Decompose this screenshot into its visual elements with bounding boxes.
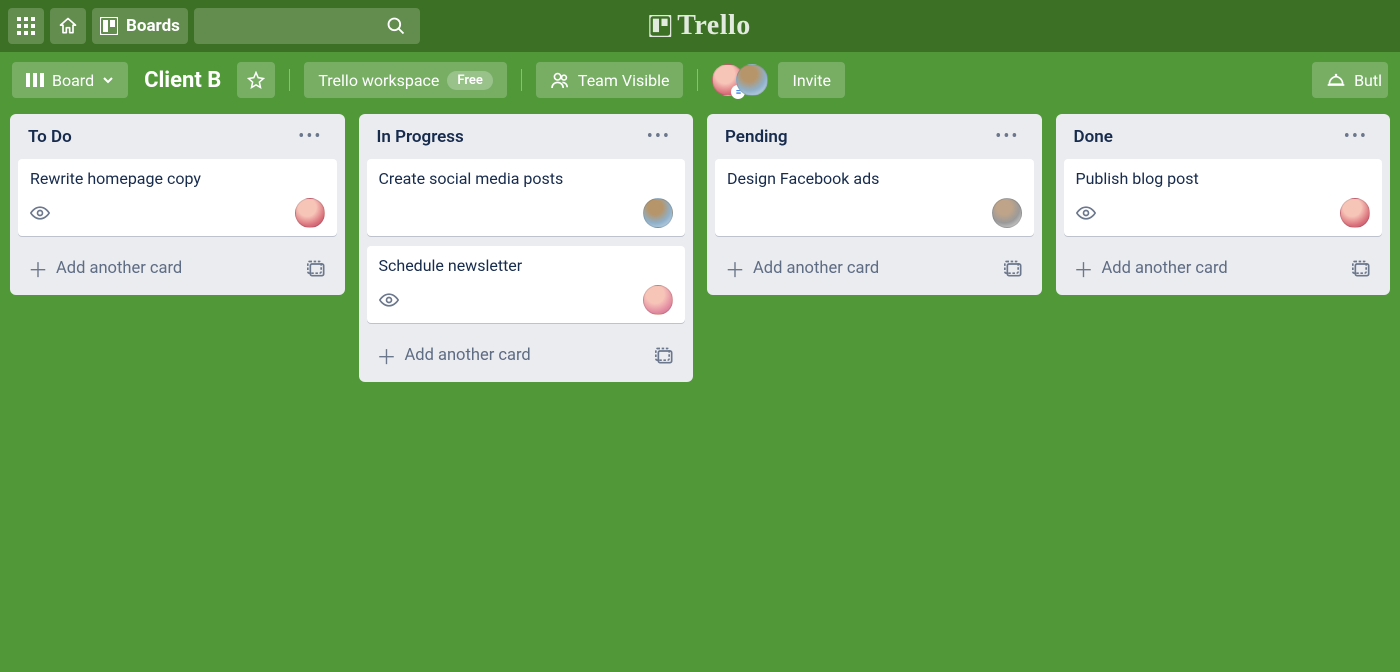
template-icon[interactable] xyxy=(1352,260,1372,278)
visibility-button[interactable]: Team Visible xyxy=(536,62,684,98)
add-card-button[interactable]: ＋ Add another card xyxy=(1064,246,1383,287)
avatar[interactable] xyxy=(643,198,673,228)
butler-button[interactable]: Butl xyxy=(1312,62,1388,98)
boards-button[interactable]: Boards xyxy=(92,8,188,44)
card-title: Schedule newsletter xyxy=(379,256,674,275)
board-icon xyxy=(100,17,118,35)
board-view-button[interactable]: Board xyxy=(12,62,128,98)
search-input[interactable] xyxy=(194,8,420,44)
invite-label: Invite xyxy=(792,71,831,90)
board-lists: To Do ••• Rewrite homepage copy ＋ Add anothe… xyxy=(0,108,1400,382)
card[interactable]: Schedule newsletter xyxy=(367,246,686,323)
member-avatars[interactable]: ≡ xyxy=(712,64,768,96)
add-card-label: Add another card xyxy=(56,259,182,278)
template-icon[interactable] xyxy=(1004,260,1024,278)
list-menu-button[interactable]: ••• xyxy=(294,126,326,147)
visibility-label: Team Visible xyxy=(578,71,670,90)
logo-text: Trello xyxy=(677,10,751,42)
card-title: Design Facebook ads xyxy=(727,169,1022,188)
watch-icon xyxy=(1076,206,1096,220)
avatar[interactable] xyxy=(1340,198,1370,228)
board-view-label: Board xyxy=(52,71,94,90)
plus-icon: ＋ xyxy=(28,254,48,283)
card-title: Rewrite homepage copy xyxy=(30,169,325,188)
home-button[interactable] xyxy=(50,8,86,44)
card[interactable]: Design Facebook ads xyxy=(715,159,1034,236)
card-title: Publish blog post xyxy=(1076,169,1371,188)
trello-logo-icon xyxy=(649,15,671,37)
board-title[interactable]: Client B xyxy=(138,68,227,93)
workspace-button[interactable]: Trello workspace Free xyxy=(304,62,507,98)
card-title: Create social media posts xyxy=(379,169,674,188)
board-view-icon xyxy=(26,73,44,87)
invite-button[interactable]: Invite xyxy=(778,62,845,98)
star-icon xyxy=(247,71,265,89)
logo[interactable]: Trello xyxy=(649,10,751,42)
apps-icon xyxy=(17,17,35,35)
list: Pending ••• Design Facebook ads ＋ Add anothe… xyxy=(707,114,1042,295)
list-header: Done ••• xyxy=(1064,124,1383,149)
divider xyxy=(697,69,698,91)
watch-icon xyxy=(379,293,399,307)
card[interactable]: Create social media posts xyxy=(367,159,686,236)
card[interactable]: Rewrite homepage copy xyxy=(18,159,337,236)
avatar[interactable] xyxy=(643,285,673,315)
board-bar: Board Client B Trello workspace Free Tea… xyxy=(0,52,1400,108)
add-card-button[interactable]: ＋ Add another card xyxy=(367,333,686,374)
plus-icon: ＋ xyxy=(1074,254,1094,283)
add-card-label: Add another card xyxy=(405,346,531,365)
add-card-button[interactable]: ＋ Add another card xyxy=(715,246,1034,287)
divider xyxy=(521,69,522,91)
avatar[interactable] xyxy=(992,198,1022,228)
butler-label: Butl xyxy=(1354,71,1382,90)
star-button[interactable] xyxy=(237,62,275,98)
card-footer xyxy=(727,198,1022,228)
list: To Do ••• Rewrite homepage copy ＋ Add anothe… xyxy=(10,114,345,295)
card-footer xyxy=(379,285,674,315)
workspace-plan-pill: Free xyxy=(447,71,493,90)
workspace-label: Trello workspace xyxy=(318,71,439,90)
plus-icon: ＋ xyxy=(725,254,745,283)
list-menu-button[interactable]: ••• xyxy=(1340,126,1372,147)
chevron-down-icon xyxy=(102,74,114,86)
avatar[interactable] xyxy=(736,64,768,96)
template-icon[interactable] xyxy=(655,347,675,365)
list-header: In Progress ••• xyxy=(367,124,686,149)
add-card-button[interactable]: ＋ Add another card xyxy=(18,246,337,287)
template-icon[interactable] xyxy=(307,260,327,278)
card-footer xyxy=(30,198,325,228)
team-icon xyxy=(550,72,570,88)
card-footer xyxy=(1076,198,1371,228)
butler-icon xyxy=(1326,72,1346,88)
list: In Progress ••• Create social media posts S… xyxy=(359,114,694,382)
list-menu-button[interactable]: ••• xyxy=(991,126,1023,147)
add-card-label: Add another card xyxy=(753,259,879,278)
search-icon xyxy=(386,16,406,36)
top-nav: Boards Trello xyxy=(0,0,1400,52)
list-title[interactable]: To Do xyxy=(28,127,72,147)
watch-icon xyxy=(30,206,50,220)
list-header: Pending ••• xyxy=(715,124,1034,149)
add-card-label: Add another card xyxy=(1102,259,1228,278)
avatar[interactable] xyxy=(295,198,325,228)
divider xyxy=(289,69,290,91)
list-header: To Do ••• xyxy=(18,124,337,149)
list-title[interactable]: Pending xyxy=(725,127,788,147)
apps-button[interactable] xyxy=(8,8,44,44)
boards-label: Boards xyxy=(126,16,180,36)
home-icon xyxy=(58,16,78,36)
card-footer xyxy=(379,198,674,228)
card[interactable]: Publish blog post xyxy=(1064,159,1383,236)
plus-icon: ＋ xyxy=(377,341,397,370)
list: Done ••• Publish blog post ＋ Add another car… xyxy=(1056,114,1391,295)
list-menu-button[interactable]: ••• xyxy=(643,126,675,147)
list-title[interactable]: In Progress xyxy=(377,127,464,147)
list-title[interactable]: Done xyxy=(1074,127,1113,147)
